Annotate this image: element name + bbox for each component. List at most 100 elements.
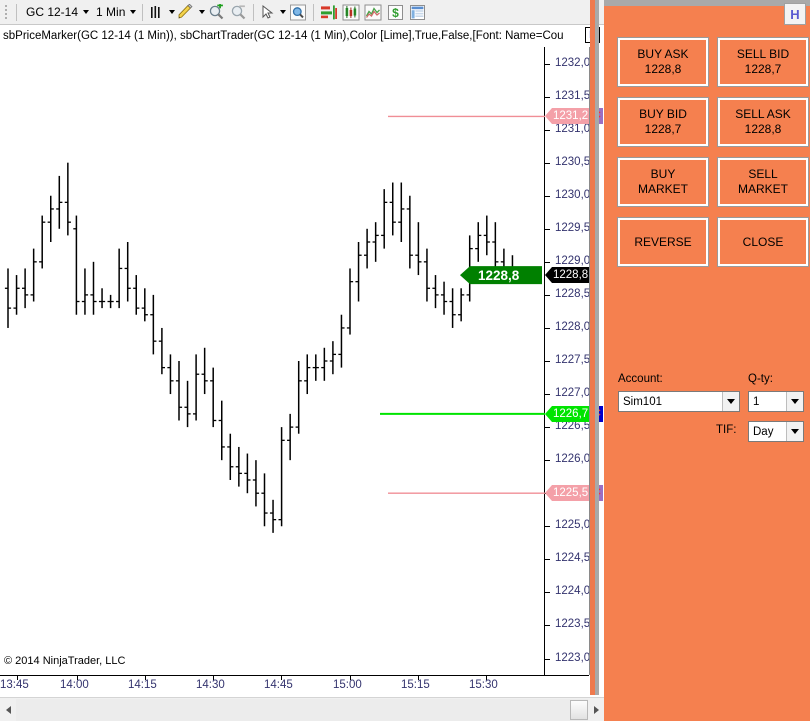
axis-tick-label: 1227,0: [555, 388, 590, 399]
marker-arrow-icon: [545, 267, 552, 283]
axis-tick: [545, 196, 550, 197]
axis-tick-label: 1231,5: [555, 91, 590, 102]
marker-value: 1228,8: [552, 267, 591, 283]
ninjatrader-window: GC 12-14 1 Min: [0, 0, 810, 721]
time-tick-label: 15:00: [333, 679, 362, 691]
button-line1: REVERSE: [634, 235, 691, 250]
instrument-selector[interactable]: GC 12-14: [21, 3, 91, 22]
axis-tick: [545, 262, 550, 263]
button-line2: 1228,8: [745, 122, 782, 137]
toolbar-grip[interactable]: [2, 4, 9, 21]
tif-value: Day: [753, 426, 773, 438]
panel-icon[interactable]: [406, 2, 428, 23]
button-line2: 1228,7: [645, 122, 682, 137]
axis-tick: [545, 394, 550, 395]
button-line2: 1228,7: [745, 62, 782, 77]
axis-tick-label: 1232,0: [555, 58, 590, 69]
chevron-down-icon: [280, 10, 286, 14]
ohlc-bars: 1228,8: [0, 47, 545, 675]
sell-ask-button[interactable]: SELL ASK1228,8: [718, 98, 808, 146]
scroll-right-button[interactable]: [588, 699, 604, 721]
axis-tick: [545, 460, 550, 461]
horizontal-scrollbar[interactable]: [0, 697, 604, 721]
price-plot[interactable]: 1228,8: [0, 47, 545, 675]
qty-value: 1: [753, 396, 759, 408]
reverse-button[interactable]: REVERSE: [618, 218, 708, 266]
time-tick-label: 14:00: [60, 679, 89, 691]
sell-market-button[interactable]: SELLMARKET: [718, 158, 808, 206]
account-select[interactable]: Sim101: [618, 391, 740, 412]
marker-value: 1225,5: [552, 485, 591, 501]
marker-arrow-icon: [545, 108, 552, 124]
button-line1: CLOSE: [743, 235, 784, 250]
chart-toolbar: GC 12-14 1 Min: [0, 0, 604, 25]
axis-tick: [545, 64, 550, 65]
dollar-icon[interactable]: $: [384, 2, 406, 23]
scrollbar-thumb[interactable]: [570, 700, 588, 720]
order-flow-icon[interactable]: [318, 2, 340, 23]
axis-tick-label: 1228,0: [555, 322, 590, 333]
last-price-marker[interactable]: 1228,8: [545, 267, 591, 283]
chart-pane: GC 12-14 1 Min: [0, 0, 604, 721]
chevron-down-icon: [169, 10, 175, 14]
axis-tick-label: 1226,0: [555, 454, 590, 465]
axis-tick: [545, 592, 550, 593]
button-line2: MARKET: [638, 182, 688, 197]
magnifier-icon[interactable]: [287, 2, 309, 23]
toolbar-separator: [313, 4, 314, 21]
chevron-down-icon[interactable]: [786, 422, 803, 441]
axis-tick-label: 1225,0: [555, 520, 590, 531]
button-line1: BUY BID: [639, 107, 687, 122]
button-line1: SELL ASK: [735, 107, 791, 122]
zoom-out-icon[interactable]: [227, 2, 249, 23]
time-axis[interactable]: 13:4514:0014:1514:3014:4515:0015:1515:30: [0, 675, 589, 697]
interval-selector[interactable]: 1 Min: [91, 3, 138, 22]
chevron-down-icon: [130, 10, 136, 14]
draw-tools-button[interactable]: [176, 2, 205, 23]
axis-tick: [545, 295, 550, 296]
time-tick-label: 15:15: [401, 679, 430, 691]
buy-ask-button[interactable]: BUY ASK1228,8: [618, 38, 708, 86]
button-line2: MARKET: [738, 182, 788, 197]
axis-tick-label: 1223,0: [555, 653, 590, 664]
axis-tick: [545, 97, 550, 98]
qty-select[interactable]: 1: [748, 391, 804, 412]
tif-select[interactable]: Day: [748, 421, 804, 442]
bars-style-button[interactable]: [147, 2, 176, 23]
qty-label: Q-ty:: [748, 373, 773, 385]
scrollbar-track[interactable]: [16, 699, 588, 721]
line-chart-icon[interactable]: [362, 2, 384, 23]
svg-text:1228,8: 1228,8: [478, 268, 520, 283]
time-tick-label: 13:45: [0, 679, 29, 691]
time-tick-label: 14:45: [264, 679, 293, 691]
button-line1: SELL: [748, 167, 777, 182]
svg-text:$: $: [392, 6, 399, 20]
chevron-down-icon[interactable]: [722, 392, 739, 411]
price-axis[interactable]: 1232,01231,51231,01230,51230,01229,51229…: [545, 47, 589, 675]
time-tick-label: 14:30: [196, 679, 225, 691]
hide-panel-button[interactable]: H: [784, 3, 806, 25]
button-line2: 1228,8: [645, 62, 682, 77]
tif-label: TIF:: [716, 424, 736, 436]
cursor-pointer-icon[interactable]: [258, 2, 287, 23]
toolbar-separator: [253, 4, 254, 21]
account-label: Account:: [618, 373, 663, 385]
candlestick-icon[interactable]: [340, 2, 362, 23]
buy-bid-button[interactable]: BUY BID1228,7: [618, 98, 708, 146]
triangle-left-icon: [6, 706, 11, 714]
zoom-in-icon[interactable]: [205, 2, 227, 23]
sell-bid-button[interactable]: SELL BID1228,7: [718, 38, 808, 86]
instrument-label: GC 12-14: [26, 5, 78, 19]
button-line1: BUY ASK: [637, 47, 688, 62]
scroll-left-button[interactable]: [0, 699, 16, 721]
axis-tick: [545, 361, 550, 362]
chevron-down-icon[interactable]: [786, 392, 803, 411]
button-line1: BUY: [651, 167, 676, 182]
buy-market-button[interactable]: BUYMARKET: [618, 158, 708, 206]
marker-value: 1226,7: [552, 406, 591, 422]
chevron-down-icon: [83, 10, 89, 14]
marker-arrow-icon: [545, 485, 552, 501]
close-button[interactable]: CLOSE: [718, 218, 808, 266]
axis-tick: [545, 229, 550, 230]
axis-tick: [545, 328, 550, 329]
